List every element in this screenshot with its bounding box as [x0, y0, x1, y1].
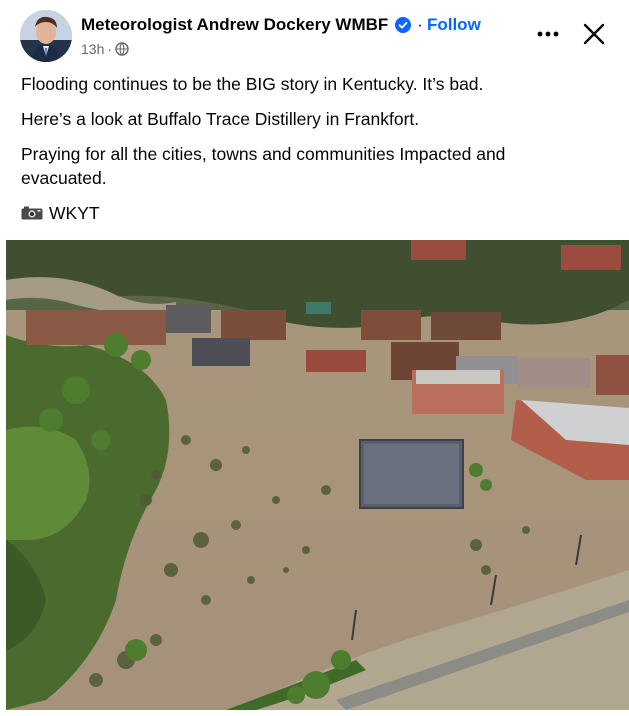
post-meta: 13h ·: [81, 41, 129, 57]
photo-credit: WKYT: [21, 201, 581, 225]
verified-badge-icon: [395, 17, 412, 33]
globe-icon[interactable]: [115, 42, 129, 56]
author-row: Meteorologist Andrew Dockery WMBF · Foll…: [81, 13, 481, 37]
follow-button[interactable]: Follow: [427, 15, 481, 35]
more-options-icon: [537, 31, 559, 37]
close-button[interactable]: [576, 16, 612, 52]
close-icon: [583, 23, 605, 45]
photo-credit-text: WKYT: [49, 203, 100, 223]
post-text-line-3: Praying for all the cities, towns and co…: [21, 144, 506, 188]
more-options-button[interactable]: [532, 18, 564, 50]
post-text-line-2: Here’s a look at Buffalo Trace Distiller…: [21, 109, 420, 129]
post-photo[interactable]: [6, 240, 629, 710]
separator-dot: ·: [417, 15, 423, 34]
post-text: Flooding continues to be the BIG story i…: [21, 72, 581, 225]
camera-icon: [21, 206, 43, 220]
avatar[interactable]: [20, 10, 72, 62]
meta-separator: ·: [107, 41, 113, 57]
post-text-line-1: Flooding continues to be the BIG story i…: [21, 74, 484, 94]
post-timestamp[interactable]: 13h: [81, 41, 104, 57]
author-name[interactable]: Meteorologist Andrew Dockery WMBF: [81, 15, 388, 35]
post-card: Meteorologist Andrew Dockery WMBF · Foll…: [0, 0, 629, 716]
flood-aerial-photo: [6, 240, 629, 710]
